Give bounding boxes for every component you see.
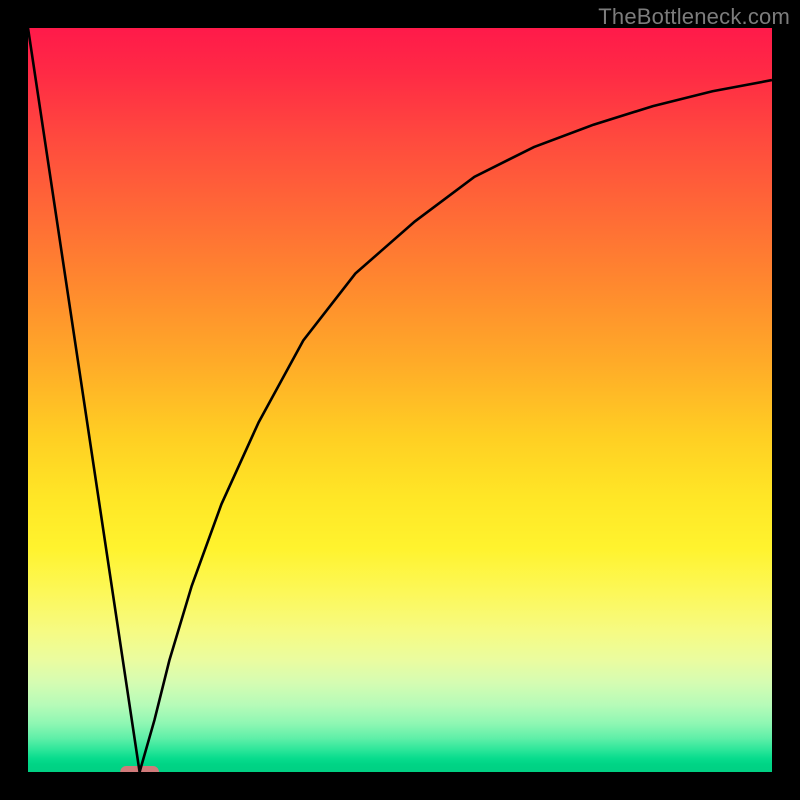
chart-frame: TheBottleneck.com <box>0 0 800 800</box>
plot-area <box>28 28 772 772</box>
left-line <box>28 28 140 772</box>
right-curve <box>140 80 772 772</box>
watermark-label: TheBottleneck.com <box>598 4 790 30</box>
chart-svg <box>28 28 772 772</box>
